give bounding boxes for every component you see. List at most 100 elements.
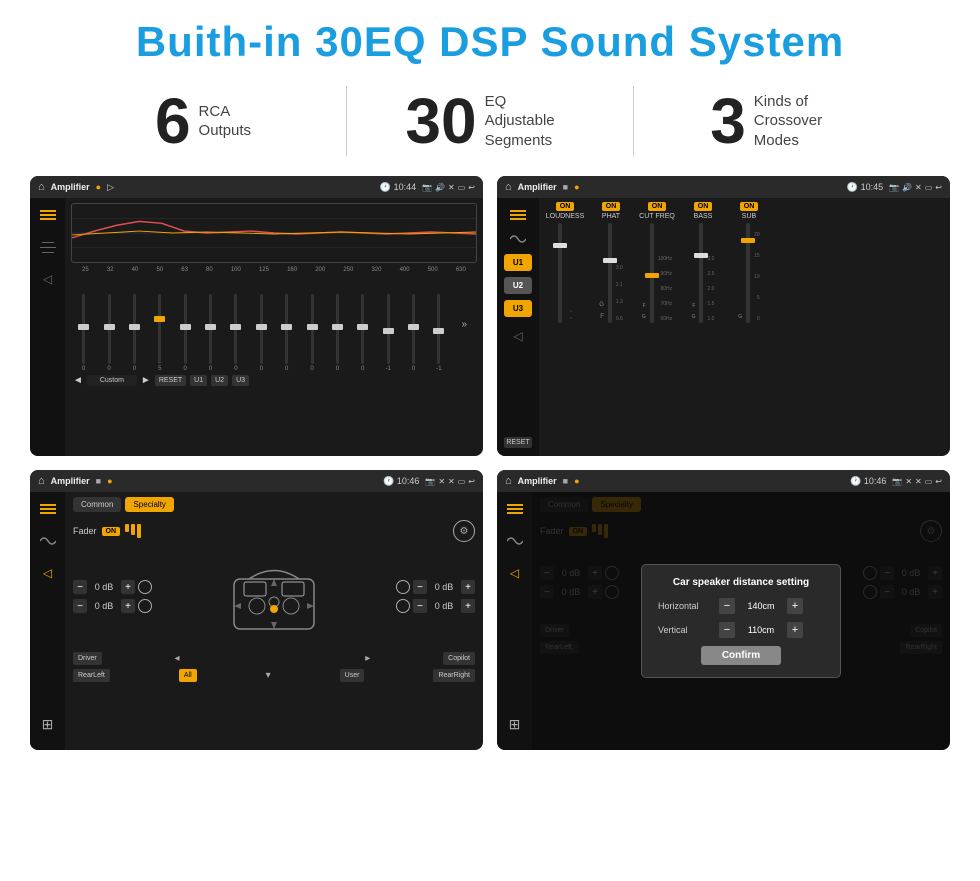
db-minus-2-right[interactable]: − <box>413 599 427 613</box>
eq-slider-track-14[interactable] <box>412 294 415 364</box>
phat-slider[interactable] <box>608 223 612 323</box>
wave-icon-s2[interactable] <box>507 230 529 248</box>
all-button[interactable]: All <box>179 669 197 682</box>
db-plus-2-right[interactable]: + <box>461 599 475 613</box>
wave-icon[interactable] <box>37 238 59 256</box>
eq-slider-track-12[interactable] <box>361 294 364 364</box>
phat-on[interactable]: ON <box>602 202 621 211</box>
home-icon-s4[interactable]: ⌂ <box>505 475 512 487</box>
u1-button[interactable]: U1 <box>190 375 207 386</box>
down-chevron[interactable]: ▾ <box>266 670 271 681</box>
eq-slider-track-15[interactable] <box>437 294 440 364</box>
db-minus-1-left[interactable]: − <box>73 580 87 594</box>
volume-icon-s4: ✕ <box>905 477 912 486</box>
ctrl-cutfreq: ON CUT FREQ FG 100Hz 90Hz 80Hz 70Hz <box>637 202 677 323</box>
wave-icon-s3[interactable] <box>37 532 59 550</box>
screen3-title: Amplifier <box>51 476 90 486</box>
db-minus-1-right[interactable]: − <box>413 580 427 594</box>
u1-select[interactable]: U1 <box>504 254 532 271</box>
vertical-minus-button[interactable]: − <box>719 622 735 638</box>
db-circle-2-left <box>138 599 152 613</box>
u2-button[interactable]: U2 <box>211 375 228 386</box>
screen3-main: Common Specialty Fader ON ⚙ <box>65 492 483 750</box>
eq-slider-track-2[interactable] <box>108 294 111 364</box>
s3-tabs: Common Specialty <box>73 497 475 512</box>
horizontal-minus-button[interactable]: − <box>719 598 735 614</box>
db-plus-2-left[interactable]: + <box>121 599 135 613</box>
db-plus-1-right[interactable]: + <box>461 580 475 594</box>
rearleft-button[interactable]: RearLeft <box>73 669 110 682</box>
next-preset-button[interactable]: ► <box>141 375 151 386</box>
eq-slider-track-5[interactable] <box>184 294 187 364</box>
eq-icon-s3[interactable] <box>37 500 59 518</box>
eq-slider-track-13[interactable] <box>387 294 390 364</box>
eq-slider-track-3[interactable] <box>133 294 136 364</box>
sub-freq: 20 15 10 5 0 <box>754 232 760 323</box>
home-icon-s3[interactable]: ⌂ <box>38 475 45 487</box>
wave-icon-s4[interactable] <box>504 532 526 550</box>
window-icon-s3: ▭ <box>458 477 466 486</box>
expand-icon-s3[interactable]: ⊞ <box>42 716 54 732</box>
u2-select[interactable]: U2 <box>504 277 532 294</box>
eq-slider-4: 5 <box>153 294 167 372</box>
vertical-plus-button[interactable]: + <box>787 622 803 638</box>
left-chevron[interactable]: ◂ <box>175 653 180 664</box>
speaker-icon-s4[interactable]: ◁ <box>504 564 526 582</box>
copilot-button[interactable]: Copilot <box>443 652 475 665</box>
prev-preset-button[interactable]: ◄ <box>73 375 83 386</box>
eq-slider-1: 0 <box>77 294 91 372</box>
confirm-button[interactable]: Confirm <box>701 646 781 665</box>
expand-icon-s4[interactable]: ⊞ <box>509 716 521 732</box>
stat-number-eq: 30 <box>405 89 476 153</box>
eq-slider-track-6[interactable] <box>209 294 212 364</box>
u3-button[interactable]: U3 <box>232 375 249 386</box>
eq-slider-track-8[interactable] <box>260 294 263 364</box>
bass-slider[interactable] <box>699 223 703 323</box>
loudness-on[interactable]: ON <box>556 202 575 211</box>
cutfreq-on[interactable]: ON <box>648 202 667 211</box>
eq-icon[interactable] <box>37 206 59 224</box>
eq-icon-s4[interactable] <box>504 500 526 518</box>
eq-slider-track-11[interactable] <box>336 294 339 364</box>
stat-rca: 6 RCAOutputs <box>60 89 346 153</box>
db-plus-1-left[interactable]: + <box>121 580 135 594</box>
eq-slider-track-1[interactable] <box>82 294 85 364</box>
home-icon[interactable]: ⌂ <box>38 181 45 193</box>
right-chevron[interactable]: ▸ <box>365 653 370 664</box>
loudness-slider[interactable] <box>558 223 562 323</box>
db-minus-2-left[interactable]: − <box>73 599 87 613</box>
horizontal-plus-button[interactable]: + <box>787 598 803 614</box>
s3-fader-row: Fader ON ⚙ <box>73 520 475 542</box>
driver-button[interactable]: Driver <box>73 652 102 665</box>
eq-slider-track-4[interactable] <box>158 294 161 364</box>
home-icon-s2[interactable]: ⌂ <box>505 181 512 193</box>
fader-on-badge[interactable]: ON <box>102 527 121 536</box>
ctrl-loudness: ON LOUDNESS ~~ <box>545 202 585 323</box>
speaker-icon-s3[interactable]: ◁ <box>37 564 59 582</box>
screen4-sidebar: ◁ ⊞ <box>497 492 532 750</box>
u3-select[interactable]: U3 <box>504 300 532 317</box>
speaker-icon[interactable]: ◁ <box>37 270 59 288</box>
eq-slider-track-9[interactable] <box>285 294 288 364</box>
eq-icon-s2[interactable] <box>507 206 529 224</box>
tab-specialty[interactable]: Specialty <box>125 497 173 512</box>
eq-more[interactable]: » <box>457 319 471 330</box>
reset-btn-s2[interactable]: RESET <box>504 437 532 448</box>
tab-common[interactable]: Common <box>73 497 121 512</box>
screen2-main: ON LOUDNESS ~~ ON <box>539 198 950 456</box>
reset-button[interactable]: RESET <box>155 375 186 386</box>
eq-slider-track-7[interactable] <box>234 294 237 364</box>
bass-on[interactable]: ON <box>694 202 713 211</box>
screen3-content: ◁ ⊞ Common Specialty Fader ON <box>30 492 483 750</box>
stat-crossover: 3 Kinds ofCrossover Modes <box>634 89 920 153</box>
sub-on[interactable]: ON <box>740 202 759 211</box>
page-title: Buith-in 30EQ DSP Sound System <box>20 18 960 66</box>
rearright-button[interactable]: RearRight <box>433 669 475 682</box>
cutfreq-slider[interactable] <box>650 223 654 323</box>
sub-slider[interactable] <box>746 223 750 323</box>
horizontal-label: Horizontal <box>658 601 713 611</box>
speaker-icon-s2[interactable]: ◁ <box>507 327 529 345</box>
settings-icon-s3[interactable]: ⚙ <box>453 520 475 542</box>
user-button-s3[interactable]: User <box>340 669 365 682</box>
eq-slider-track-10[interactable] <box>311 294 314 364</box>
